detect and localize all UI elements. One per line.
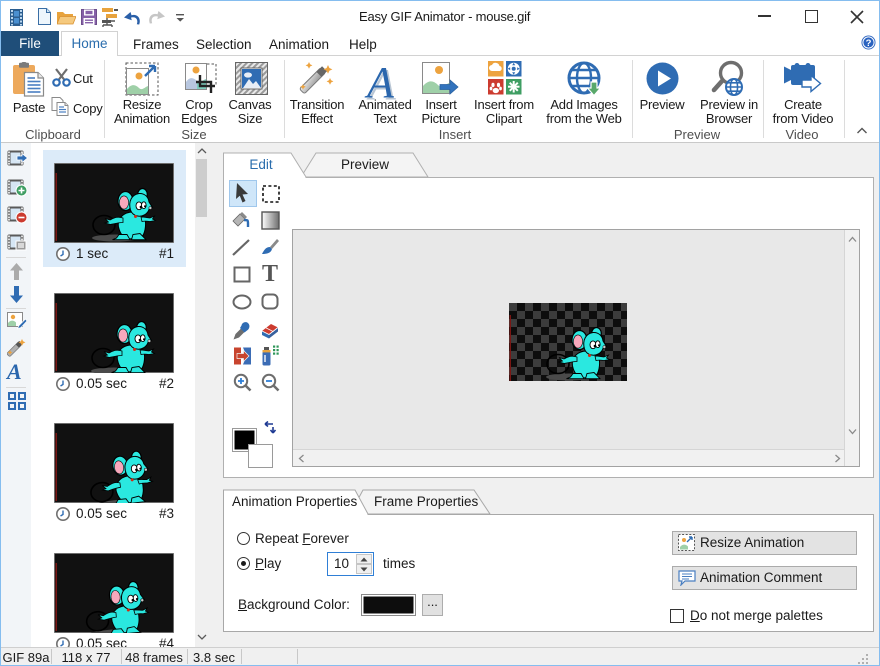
svg-text:Animation Properties: Animation Properties	[232, 494, 358, 509]
svg-text:Preview: Preview	[341, 157, 389, 172]
svg-text:Edit: Edit	[249, 157, 273, 172]
svg-text:?: ?	[866, 38, 872, 49]
svg-text:Frame Properties: Frame Properties	[374, 494, 479, 509]
